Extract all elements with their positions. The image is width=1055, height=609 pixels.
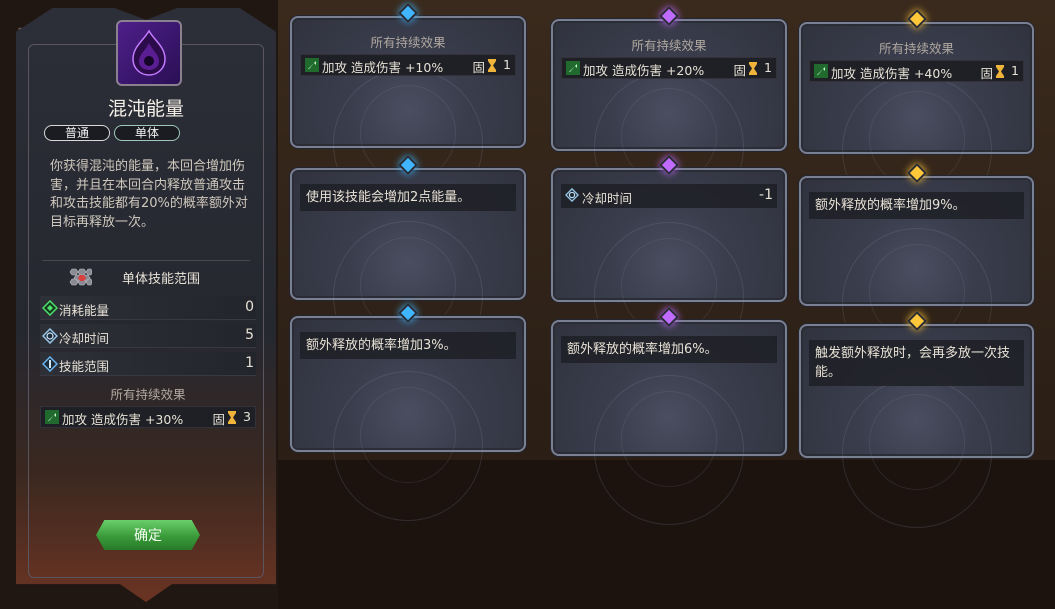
energy-icon — [42, 300, 58, 316]
talent-card[interactable]: 额外释放的概率增加6%。 — [551, 307, 787, 525]
talent-card[interactable]: 额外释放的概率增加9%。 — [799, 163, 1034, 379]
effect-label: 加攻 造成伤害 +30% — [62, 412, 184, 427]
skill-range-row: 单体技能范围 — [42, 266, 250, 288]
skill-type-tag: 普通 — [44, 125, 110, 141]
talent-card[interactable]: 所有持续效果 加攻 造成伤害 +10% 固 1 — [290, 3, 526, 220]
hourglass-icon — [488, 59, 496, 72]
lasting-effects-header: 所有持续效果 — [878, 41, 954, 56]
skill-title: 混沌能量 — [107, 98, 184, 120]
effect-turns: 1 — [1011, 63, 1019, 78]
stat-label: 技能范围 — [59, 359, 110, 374]
talent-card[interactable]: 所有持续效果 加攻 造成伤害 +20% 固 1 — [551, 6, 787, 223]
talent-description: 触发额外释放时，会再多放一次技能。 — [809, 340, 1024, 386]
attack-up-icon — [566, 61, 580, 75]
stat-row-cooldown: 冷却时间 5 — [40, 324, 256, 348]
attack-up-icon — [814, 64, 828, 78]
attack-up-icon — [45, 410, 59, 424]
talent-card[interactable]: 触发额外释放时，会再多放一次技能。 — [799, 311, 1034, 528]
fixed-label: 固 — [733, 63, 746, 78]
stat-label: 冷却时间 — [59, 331, 110, 346]
lasting-effect-row: 加攻 造成伤害 +40% 固 1 — [809, 60, 1024, 82]
effect-turns: 3 — [243, 409, 251, 424]
lasting-effects-header: 所有持续效果 — [110, 387, 186, 402]
skill-target-tag: 单体 — [114, 125, 180, 141]
lasting-effect-row: 加攻 造成伤害 +30% 固 3 — [40, 406, 256, 428]
hourglass-icon — [749, 62, 757, 75]
effect-label: 加攻 造成伤害 +10% — [322, 60, 444, 75]
range-icon — [42, 356, 58, 372]
chaos-energy-icon — [116, 20, 182, 86]
effect-turns: 1 — [503, 57, 511, 72]
talent-description: 额外释放的概率增加6%。 — [561, 336, 777, 363]
talent-card[interactable]: 冷却时间 -1 — [551, 155, 787, 372]
hourglass-icon — [228, 411, 236, 424]
skill-detail-panel: 混沌能量 普通 单体 你获得混沌的能量，本回合增加伤害，并且在本回合内释放普通攻… — [16, 8, 276, 602]
lasting-effect-row: 加攻 造成伤害 +10% 固 1 — [300, 54, 516, 76]
cooldown-label: 冷却时间 — [582, 191, 633, 206]
effect-label: 加攻 造成伤害 +40% — [831, 66, 953, 81]
attack-up-icon — [305, 58, 319, 72]
talent-card[interactable]: 额外释放的概率增加3%。 — [290, 303, 526, 521]
talent-card[interactable]: 所有持续效果 加攻 造成伤害 +40% 固 1 — [799, 9, 1034, 226]
effect-turns: 1 — [764, 60, 772, 75]
fixed-label: 固 — [212, 412, 225, 427]
fixed-label: 固 — [472, 60, 485, 75]
talent-description: 额外释放的概率增加3%。 — [300, 332, 516, 359]
effect-label: 加攻 造成伤害 +20% — [583, 63, 705, 78]
skill-description: 你获得混沌的能量，本回合增加伤害，并且在本回合内释放普通攻击和攻击技能都有20%… — [50, 159, 248, 230]
cooldown-icon — [565, 188, 579, 202]
lasting-effect-row: 加攻 造成伤害 +20% 固 1 — [561, 57, 777, 79]
fixed-label: 固 — [980, 66, 993, 81]
stat-row-energy: 消耗能量 0 — [40, 296, 256, 320]
hourglass-icon — [996, 65, 1004, 78]
divider — [42, 260, 250, 261]
lasting-effects-header: 所有持续效果 — [631, 38, 707, 53]
cooldown-icon — [42, 328, 58, 344]
stat-value: 0 — [245, 299, 254, 315]
bottom-background — [278, 460, 1055, 609]
stat-value: 5 — [245, 327, 254, 343]
stat-label: 消耗能量 — [59, 303, 110, 318]
talent-card[interactable]: 使用该技能会增加2点能量。 — [290, 155, 526, 372]
cooldown-value: -1 — [759, 187, 773, 203]
talent-description: 使用该技能会增加2点能量。 — [300, 184, 516, 211]
cooldown-row: 冷却时间 -1 — [561, 184, 777, 208]
talent-description: 额外释放的概率增加9%。 — [809, 192, 1024, 219]
lasting-effects-header: 所有持续效果 — [370, 35, 446, 50]
stat-value: 1 — [245, 355, 254, 371]
stat-row-range: 技能范围 1 — [40, 352, 256, 376]
range-label: 单体技能范围 — [121, 272, 200, 287]
confirm-button[interactable]: 确定 — [96, 520, 200, 550]
